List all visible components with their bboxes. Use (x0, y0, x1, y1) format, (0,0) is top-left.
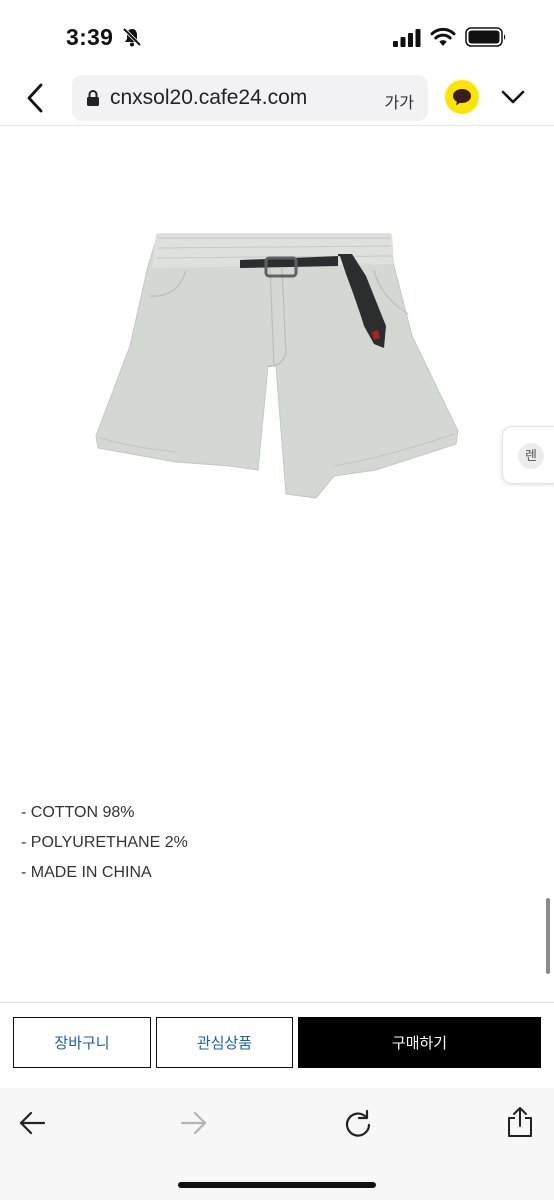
buy-now-button[interactable]: 구매하기 (298, 1017, 541, 1068)
product-spec-list: - COTTON 98% - POLYURETHANE 2% - MADE IN… (21, 801, 188, 891)
arrow-back-icon[interactable] (18, 1110, 46, 1136)
purchase-action-bar: 장바구니 관심상품 구매하기 (0, 1002, 554, 1088)
chevron-down-icon[interactable] (500, 87, 526, 107)
scroll-indicator[interactable] (546, 898, 550, 974)
browser-bottom-toolbar (0, 1088, 554, 1200)
home-indicator (178, 1182, 376, 1188)
share-icon[interactable] (506, 1106, 534, 1138)
status-time: 3:39 (66, 24, 114, 50)
wishlist-button[interactable]: 관심상품 (156, 1017, 293, 1068)
browser-top-bar: cnxsol20.cafe24.com 가가 (0, 70, 554, 126)
shorts-product-image (95, 233, 459, 499)
add-to-cart-button[interactable]: 장바구니 (13, 1017, 151, 1068)
spec-item: - MADE IN CHINA (21, 864, 152, 881)
spec-item: - COTTON 98% (21, 804, 135, 821)
reload-icon[interactable] (344, 1109, 372, 1137)
spec-item: - POLYURETHANE 2% (21, 834, 188, 851)
lock-icon (87, 90, 99, 106)
side-tab[interactable]: 렌 (502, 426, 554, 484)
bell-slash-icon (122, 27, 142, 47)
cellular-signal-icon (393, 29, 421, 47)
back-chevron-icon[interactable] (22, 82, 48, 114)
kakao-talk-button[interactable] (445, 80, 479, 114)
side-tab-label: 렌 (518, 443, 544, 469)
kakao-talk-icon (453, 89, 471, 106)
url-text: cnxsol20.cafe24.com (110, 86, 308, 109)
text-size-button[interactable]: 가가 (385, 89, 414, 113)
url-field[interactable]: cnxsol20.cafe24.com 가가 (72, 75, 428, 121)
status-bar: 3:39 (0, 0, 554, 70)
arrow-forward-icon[interactable] (180, 1110, 208, 1136)
battery-icon (465, 27, 506, 47)
wifi-icon (430, 27, 456, 46)
